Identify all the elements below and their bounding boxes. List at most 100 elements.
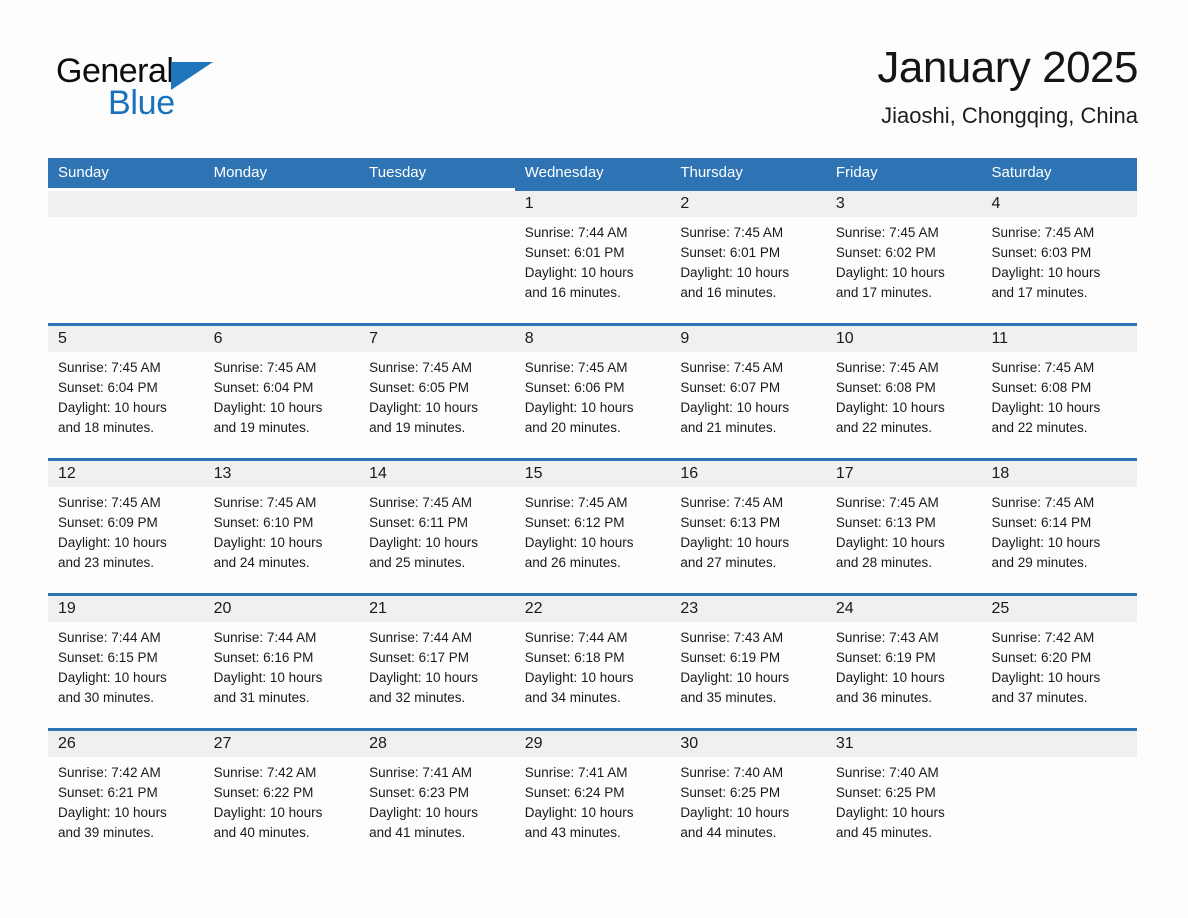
calendar-page: General Blue January 2025 Jiaoshi, Chong… [0, 0, 1188, 918]
sunset-text: Sunset: 6:19 PM [680, 650, 781, 665]
sunset-text: Sunset: 6:17 PM [369, 650, 469, 665]
calendar-day-cell[interactable]: 19 Sunrise: 7:44 AM Sunset: 6:15 PM Dayligh… [48, 593, 204, 728]
daylight-text-line2: and 34 minutes. [524, 690, 621, 705]
day-details: Sunrise: 7:45 AM Sunset: 6:05 PM Daylight:… [359, 352, 515, 438]
daylight-text-line2: and 16 minutes. [524, 285, 621, 300]
sunrise-text: Sunrise: 7:45 AM [680, 495, 784, 510]
calendar-day-cell[interactable]: 20 Sunrise: 7:44 AM Sunset: 6:16 PM Dayligh… [203, 593, 360, 728]
calendar-day-cell[interactable]: 13 Sunrise: 7:45 AM Sunset: 6:10 PM Dayligh… [203, 458, 360, 593]
sunset-text: Sunset: 6:01 PM [524, 245, 625, 260]
calendar-day-cell[interactable]: 16 Sunrise: 7:45 AM Sunset: 6:13 PM Dayligh… [670, 458, 826, 593]
day-number: 5 [58, 330, 67, 347]
daylight-text-line2: and 35 minutes. [680, 690, 777, 705]
day-details: Sunrise: 7:40 AM Sunset: 6:25 PM Daylight:… [670, 757, 826, 843]
calendar-day-cell[interactable]: 9 Sunrise: 7:45 AM Sunset: 6:07 PM Daylight… [670, 323, 826, 458]
calendar-day-cell[interactable]: 15 Sunrise: 7:45 AM Sunset: 6:12 PM Dayligh… [514, 458, 671, 593]
daylight-text-line2: and 17 minutes. [835, 285, 932, 300]
day-number: 19 [58, 600, 76, 617]
calendar-day-cell[interactable]: 26 Sunrise: 7:42 AM Sunset: 6:21 PM Dayligh… [48, 728, 204, 863]
generalblue-logo[interactable]: General Blue [56, 52, 316, 132]
calendar-week-row: 1 Sunrise: 7:44 AM Sunset: 6:01 PM Daylight… [48, 188, 1138, 323]
daylight-text-line1: Daylight: 10 hours [369, 535, 478, 550]
day-number: 17 [835, 465, 854, 482]
day-number-band: 30 [670, 731, 826, 757]
sunset-text: Sunset: 6:18 PM [524, 650, 625, 665]
day-details: Sunrise: 7:45 AM Sunset: 6:14 PM Daylight:… [981, 487, 1137, 573]
sunrise-text: Sunrise: 7:44 AM [524, 630, 628, 645]
sunset-text: Sunset: 6:07 PM [680, 380, 781, 395]
sunset-text: Sunset: 6:16 PM [213, 650, 314, 665]
daylight-text-line2: and 32 minutes. [369, 690, 466, 705]
daylight-text-line2: and 27 minutes. [680, 555, 777, 570]
calendar-day-cell[interactable]: 30 Sunrise: 7:40 AM Sunset: 6:25 PM Dayligh… [670, 728, 826, 863]
calendar-day-cell[interactable]: 31 Sunrise: 7:40 AM Sunset: 6:25 PM Dayligh… [825, 728, 982, 863]
calendar-week-row: 19 Sunrise: 7:44 AM Sunset: 6:15 PM Dayligh… [48, 593, 1138, 728]
calendar-day-cell[interactable]: 4 Sunrise: 7:45 AM Sunset: 6:03 PM Daylight… [981, 188, 1138, 323]
day-number-band: 23 [670, 596, 826, 622]
daylight-text-line1: Daylight: 10 hours [991, 670, 1101, 685]
calendar-day-cell[interactable]: 11 Sunrise: 7:45 AM Sunset: 6:08 PM Dayligh… [981, 323, 1138, 458]
sunset-text: Sunset: 6:24 PM [524, 785, 625, 800]
day-number-band: 8 [514, 326, 671, 352]
day-number-band: 13 [203, 461, 360, 487]
day-number-band: 17 [825, 461, 982, 487]
calendar-day-cell[interactable]: 17 Sunrise: 7:45 AM Sunset: 6:13 PM Dayligh… [825, 458, 982, 593]
daylight-text-line2: and 36 minutes. [835, 690, 932, 705]
daylight-text-line2: and 21 minutes. [680, 420, 777, 435]
calendar-day-cell[interactable]: 18 Sunrise: 7:45 AM Sunset: 6:14 PM Dayligh… [981, 458, 1138, 593]
sunrise-text: Sunrise: 7:45 AM [680, 225, 784, 240]
calendar-day-cell[interactable]: 5 Sunrise: 7:45 AM Sunset: 6:04 PM Daylight… [48, 323, 204, 458]
daylight-text-line1: Daylight: 10 hours [58, 670, 167, 685]
day-number: 1 [524, 195, 534, 212]
day-number-band: 2 [670, 191, 826, 217]
day-number-band: 25 [981, 596, 1138, 622]
calendar-day-cell[interactable]: 21 Sunrise: 7:44 AM Sunset: 6:17 PM Dayligh… [359, 593, 515, 728]
daylight-text-line1: Daylight: 10 hours [680, 535, 790, 550]
calendar-day-cell[interactable]: 23 Sunrise: 7:43 AM Sunset: 6:19 PM Dayligh… [670, 593, 826, 728]
calendar-day-cell[interactable]: 29 Sunrise: 7:41 AM Sunset: 6:24 PM Dayligh… [514, 728, 671, 863]
day-number: 21 [369, 600, 387, 617]
calendar-week-row: 26 Sunrise: 7:42 AM Sunset: 6:21 PM Dayligh… [48, 728, 1138, 863]
calendar-day-cell[interactable]: 3 Sunrise: 7:45 AM Sunset: 6:02 PM Daylight… [825, 188, 982, 323]
calendar-day-cell[interactable]: 28 Sunrise: 7:41 AM Sunset: 6:23 PM Dayligh… [359, 728, 515, 863]
calendar-day-cell[interactable]: 2 Sunrise: 7:45 AM Sunset: 6:01 PM Daylight… [670, 188, 826, 323]
sunset-text: Sunset: 6:10 PM [213, 515, 314, 530]
calendar-day-cell[interactable]: 27 Sunrise: 7:42 AM Sunset: 6:22 PM Dayligh… [203, 728, 360, 863]
sunset-text: Sunset: 6:04 PM [58, 380, 158, 395]
daylight-text-line1: Daylight: 10 hours [213, 670, 323, 685]
sunrise-text: Sunrise: 7:45 AM [835, 360, 939, 375]
calendar-day-cell[interactable]: 12 Sunrise: 7:45 AM Sunset: 6:09 PM Dayligh… [48, 458, 204, 593]
day-number-band: 27 [203, 731, 360, 757]
day-details: Sunrise: 7:45 AM Sunset: 6:04 PM Daylight:… [204, 352, 360, 438]
daylight-text-line2: and 20 minutes. [524, 420, 621, 435]
sunrise-text: Sunrise: 7:45 AM [524, 360, 628, 375]
sunset-text: Sunset: 6:13 PM [835, 515, 936, 530]
day-details: Sunrise: 7:40 AM Sunset: 6:25 PM Daylight:… [826, 757, 982, 843]
day-number: 29 [524, 735, 543, 752]
sunrise-text: Sunrise: 7:45 AM [835, 225, 939, 240]
sunset-text: Sunset: 6:01 PM [680, 245, 781, 260]
calendar-day-cell[interactable]: 6 Sunrise: 7:45 AM Sunset: 6:04 PM Daylight… [203, 323, 360, 458]
day-number-band [203, 191, 360, 217]
calendar-day-cell[interactable]: 25 Sunrise: 7:42 AM Sunset: 6:20 PM Dayligh… [981, 593, 1138, 728]
calendar-day-cell[interactable]: 22 Sunrise: 7:44 AM Sunset: 6:18 PM Dayligh… [514, 593, 671, 728]
day-details: Sunrise: 7:45 AM Sunset: 6:01 PM Daylight:… [670, 217, 826, 303]
daylight-text-line1: Daylight: 10 hours [991, 265, 1101, 280]
sunrise-text: Sunrise: 7:45 AM [58, 495, 161, 510]
calendar-day-cell[interactable]: 1 Sunrise: 7:44 AM Sunset: 6:01 PM Daylight… [514, 188, 671, 323]
calendar-day-cell[interactable]: 8 Sunrise: 7:45 AM Sunset: 6:06 PM Daylight… [514, 323, 671, 458]
sunset-text: Sunset: 6:19 PM [835, 650, 936, 665]
calendar-day-cell[interactable]: 7 Sunrise: 7:45 AM Sunset: 6:05 PM Daylight… [359, 323, 515, 458]
calendar-day-cell[interactable]: 10 Sunrise: 7:45 AM Sunset: 6:08 PM Dayligh… [825, 323, 982, 458]
sunrise-text: Sunrise: 7:45 AM [680, 360, 784, 375]
daylight-text-line1: Daylight: 10 hours [680, 805, 790, 820]
day-number-band: 9 [670, 326, 826, 352]
day-details: Sunrise: 7:45 AM Sunset: 6:04 PM Daylight:… [48, 352, 204, 438]
daylight-text-line2: and 29 minutes. [991, 555, 1088, 570]
day-number-band [359, 191, 515, 217]
sunrise-text: Sunrise: 7:43 AM [835, 630, 939, 645]
weekday-header-monday: Monday [213, 164, 267, 181]
calendar-day-cell[interactable]: 24 Sunrise: 7:43 AM Sunset: 6:19 PM Dayligh… [825, 593, 982, 728]
calendar-day-cell[interactable]: 14 Sunrise: 7:45 AM Sunset: 6:11 PM Dayligh… [359, 458, 515, 593]
day-details: Sunrise: 7:44 AM Sunset: 6:15 PM Daylight:… [48, 622, 204, 708]
